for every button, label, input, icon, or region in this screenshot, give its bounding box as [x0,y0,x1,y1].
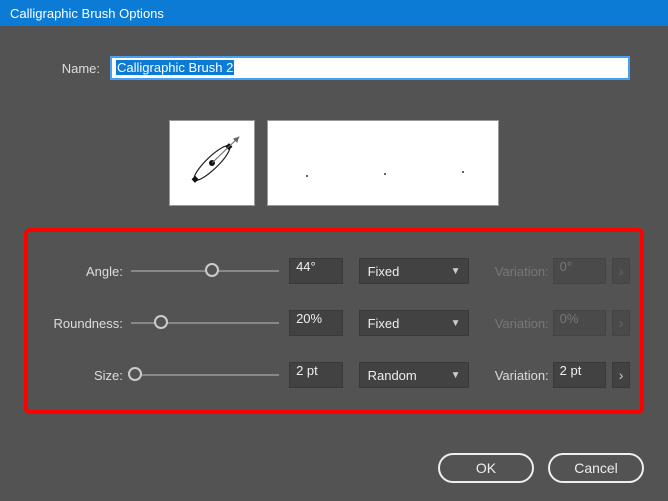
roundness-row: Roundness: 20% Fixed ▼ Variation: 0% › [32,308,630,338]
dialog-body: Name: Calligraphic Brush 2 [0,26,668,501]
roundness-variation-label: Variation: [483,316,548,331]
size-slider[interactable] [131,365,279,385]
angle-mode-dropdown[interactable]: Fixed ▼ [359,258,470,284]
size-variation-label: Variation: [483,368,548,383]
roundness-slider-thumb[interactable] [154,315,168,329]
titlebar: Calligraphic Brush Options [0,0,668,26]
chevron-down-icon: ▼ [451,370,461,381]
size-variation-stepper[interactable]: › [612,362,630,388]
angle-value-input[interactable]: 44° [289,258,343,284]
name-input-selection: Calligraphic Brush 2 [116,60,234,75]
size-variation-input[interactable]: 2 pt [553,362,607,388]
size-row: Size: 2 pt Random ▼ Variation: 2 pt › [32,360,630,390]
size-mode-dropdown[interactable]: Random ▼ [359,362,470,388]
name-input[interactable]: Calligraphic Brush 2 [110,56,630,80]
roundness-variation-input: 0% [553,310,607,336]
size-value-input[interactable]: 2 pt [289,362,343,388]
dialog-title: Calligraphic Brush Options [10,6,164,21]
cancel-button[interactable]: Cancel [548,453,644,483]
roundness-label: Roundness: [32,316,123,331]
highlight-annotation: Angle: 44° Fixed ▼ Variation: 0° › Round… [24,228,644,414]
roundness-slider[interactable] [131,313,279,333]
roundness-value-input[interactable]: 20% [289,310,343,336]
brush-shape-preview[interactable] [169,120,255,206]
angle-variation-stepper: › [612,258,630,284]
name-row: Name: Calligraphic Brush 2 [40,56,630,80]
brush-stroke-preview [267,120,499,206]
chevron-down-icon: ▼ [451,266,461,277]
size-label: Size: [32,368,123,383]
button-row: OK Cancel [438,453,644,483]
roundness-mode-dropdown[interactable]: Fixed ▼ [359,310,470,336]
brush-ellipse-icon [174,125,250,201]
angle-variation-input: 0° [553,258,607,284]
angle-label: Angle: [32,264,123,279]
ok-button[interactable]: OK [438,453,534,483]
chevron-down-icon: ▼ [451,318,461,329]
roundness-variation-stepper: › [612,310,630,336]
angle-slider[interactable] [131,261,279,281]
name-label: Name: [40,61,100,76]
angle-row: Angle: 44° Fixed ▼ Variation: 0° › [32,256,630,286]
angle-variation-label: Variation: [483,264,548,279]
angle-slider-thumb[interactable] [205,263,219,277]
preview-row [20,120,648,206]
size-slider-thumb[interactable] [128,367,142,381]
